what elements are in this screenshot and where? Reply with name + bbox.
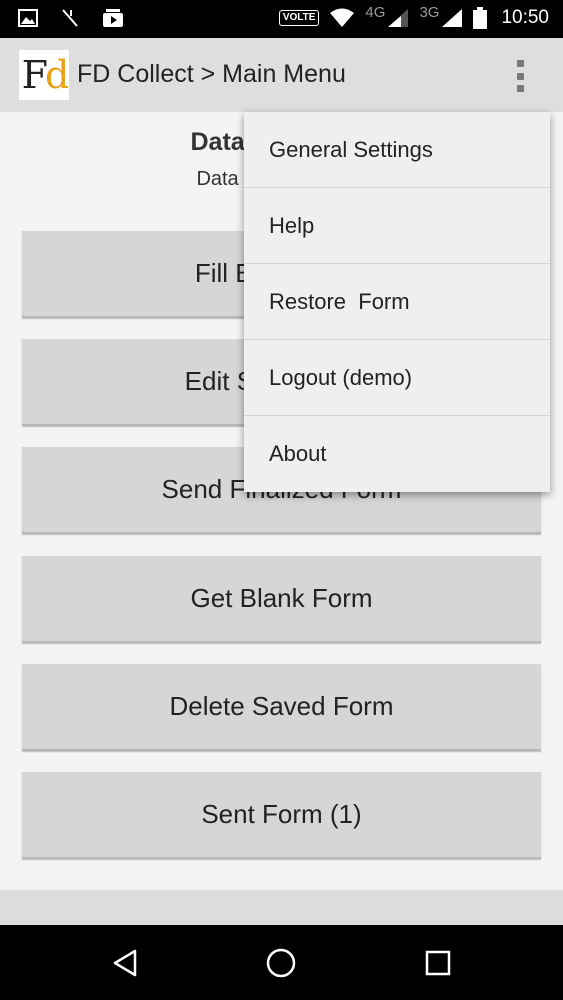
menu-item-general-settings[interactable]: General Settings [244,112,550,188]
gallery-icon [18,9,38,27]
wifi-icon [330,8,355,27]
bottom-strip [0,890,563,925]
menu-item-about[interactable]: About [244,416,550,492]
notification-icons [18,8,124,28]
menu-item-logout[interactable]: Logout (demo) [244,340,550,416]
action-bar: Fd FD Collect > Main Menu [0,38,563,112]
home-icon [266,948,296,978]
get-blank-form-button[interactable]: Get Blank Form [22,556,541,643]
volte-badge: VOLTE [278,10,320,26]
status-time: 10:50 [501,7,549,28]
signal-3g-icon [442,9,463,27]
status-bar: VOLTE 4G 3G 10:50 [0,0,563,38]
signal-4g-icon [388,9,409,27]
recents-button[interactable] [418,943,458,983]
recents-icon [425,950,451,976]
delete-saved-form-button[interactable]: Delete Saved Form [22,664,541,751]
back-icon [113,949,137,977]
sent-form-button[interactable]: Sent Form (1) [22,772,541,859]
app-logo: Fd [19,50,69,100]
back-button[interactable] [105,943,145,983]
network-3g-label: 3G [419,3,440,21]
navigation-bar [0,925,563,1000]
menu-item-restore-form[interactable]: Restore Form [244,264,550,340]
system-icons: VOLTE 4G 3G 10:50 [278,3,549,29]
signal-off-icon [62,9,78,27]
menu-item-help[interactable]: Help [244,188,550,264]
overflow-menu-icon[interactable] [506,58,534,94]
battery-icon [473,7,488,29]
home-button[interactable] [261,943,301,983]
overflow-dropdown-menu: General Settings Help Restore Form Logou… [244,112,550,492]
media-icon [103,9,123,27]
app-title: FD Collect > Main Menu [77,60,346,88]
network-4g-label: 4G [365,3,386,21]
